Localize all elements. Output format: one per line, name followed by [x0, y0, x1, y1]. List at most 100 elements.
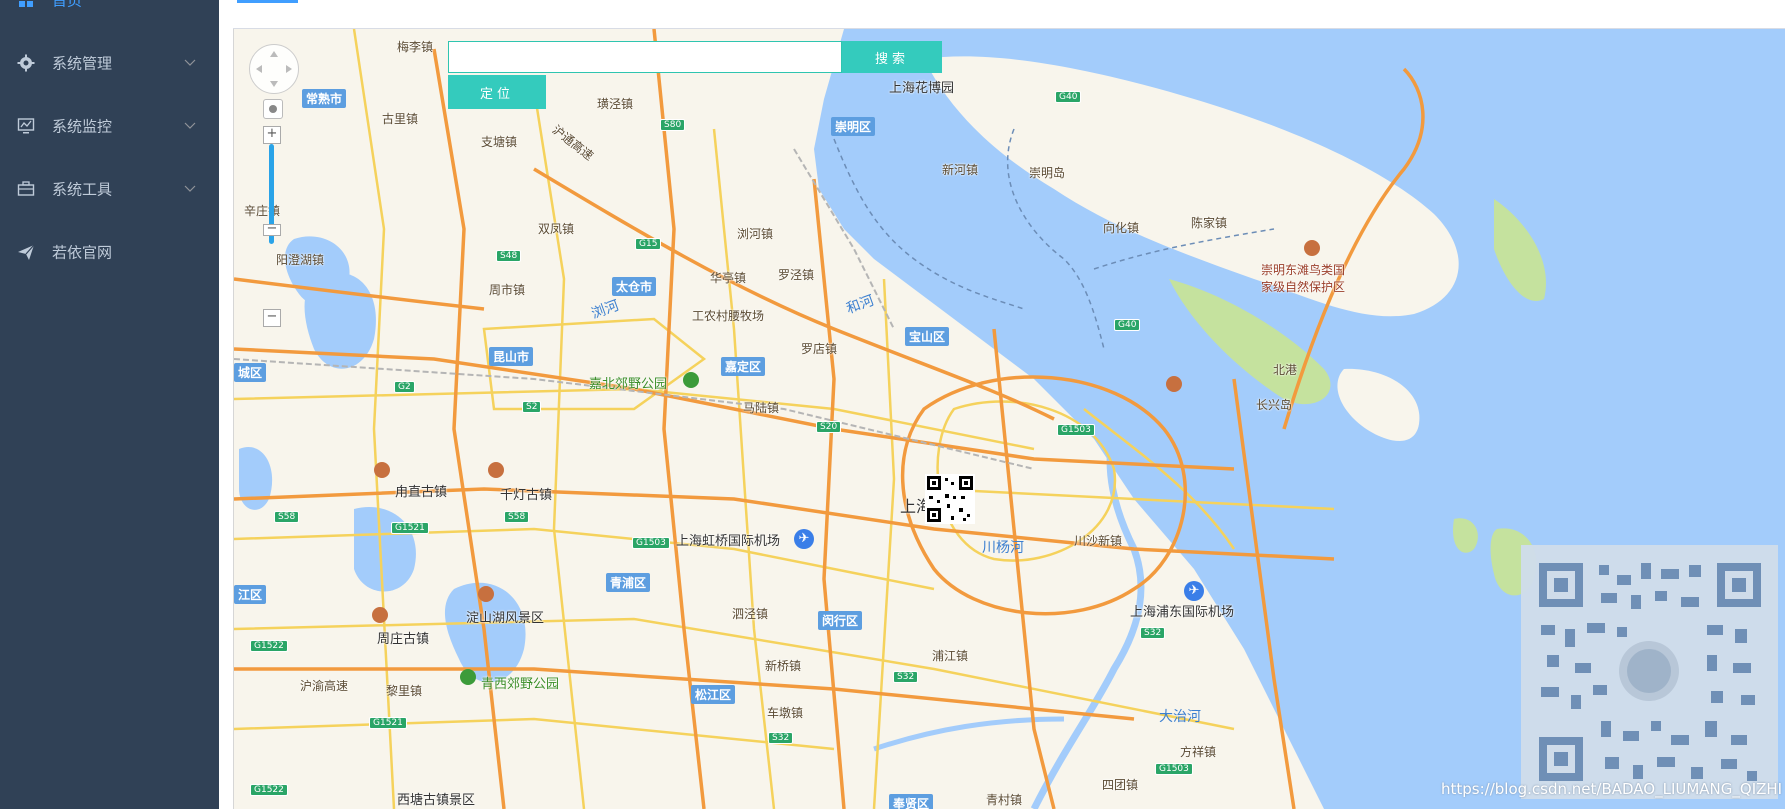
qr-code-overlay-icon: [1521, 545, 1778, 799]
map-place-label: 阳澄湖镇: [276, 253, 325, 267]
sidebar-item-system-monitor[interactable]: 系统监控: [0, 98, 219, 154]
map-district-badge: 嘉定区: [721, 357, 766, 376]
watermark-url: https://blog.csdn.net/BADAO_LIUMANG_QIZH…: [1441, 780, 1783, 798]
tag-active-indicator[interactable]: [237, 0, 298, 3]
toolbox-icon: [17, 180, 35, 198]
search-button[interactable]: 搜索: [842, 41, 942, 73]
map-district-badge: 江区: [234, 585, 267, 604]
zoom-slider-handle[interactable]: −: [263, 222, 281, 236]
scenic-spot-icon: [374, 462, 390, 478]
map-district-badge: 宝山区: [905, 327, 950, 346]
qr-code-marker-icon[interactable]: [925, 474, 975, 524]
map-district-badge: 奉贤区: [889, 794, 934, 809]
map-highway-shield: G1503: [1057, 424, 1095, 436]
map-place-label: 车墩镇: [767, 706, 804, 720]
map-place-label: 马陆镇: [743, 401, 780, 415]
scenic-spot-icon: [478, 586, 494, 602]
location-dot-icon: [269, 105, 277, 113]
map-highway-shield: G1522: [250, 640, 288, 652]
map-highway-shield: S32: [768, 732, 794, 744]
pan-arrows-icon: [256, 51, 292, 87]
map-highway-shield: G1521: [369, 717, 407, 729]
map-place-label: 黎里镇: [386, 684, 423, 698]
map-place-label: 浦江镇: [932, 649, 969, 663]
map-place-label: 罗店镇: [801, 342, 838, 356]
sidebar-item-label: 系统工具: [52, 180, 113, 199]
map-highway-shield: G2: [394, 381, 415, 393]
scenic-spot-icon: [1166, 376, 1182, 392]
map-highway-shield: G40: [1055, 91, 1082, 103]
map-highway-shield: S32: [893, 671, 919, 683]
locate-me-control[interactable]: [263, 99, 283, 119]
map-district-badge: 闵行区: [818, 611, 863, 630]
dashboard-icon: [17, 0, 35, 9]
map-place-label: 璜泾镇: [597, 97, 634, 111]
search-input[interactable]: [448, 41, 842, 73]
map-place-label: 新桥镇: [765, 659, 802, 673]
map-place-label: 长兴岛: [1256, 398, 1293, 412]
sidebar-item-label: 系统管理: [52, 54, 113, 73]
map-district-badge: 昆山市: [489, 347, 534, 366]
zoom-in-button[interactable]: +: [263, 126, 281, 144]
map-highway-shield: G1503: [1155, 763, 1193, 775]
map-highway-shield: G1503: [632, 537, 670, 549]
sidebar-item-ruoyi-website[interactable]: 若依官网: [0, 224, 219, 280]
map-place-label: 泗泾镇: [732, 607, 769, 621]
map-district-badge: 太仓市: [612, 277, 657, 296]
map-place-label: 陈家镇: [1191, 216, 1228, 230]
map-place-label: 周市镇: [489, 283, 526, 297]
send-icon: [17, 243, 35, 261]
zoom-out-button[interactable]: −: [263, 309, 281, 327]
map-place-label: 支塘镇: [481, 135, 518, 149]
airport-icon: ✈: [794, 529, 814, 549]
monitor-icon: [17, 117, 35, 135]
airport-icon: ✈: [1184, 581, 1204, 601]
map-place-label: 大治河: [1159, 709, 1201, 725]
map-highway-shield: S58: [274, 511, 300, 523]
map-district-badge: 城区: [234, 363, 267, 382]
map-place-label: 浏河镇: [737, 227, 774, 241]
scenic-spot-icon: [372, 607, 388, 623]
map-highway-shield: G15: [635, 238, 662, 250]
content-gutter: [219, 28, 233, 809]
sidebar-item-system-management[interactable]: 系统管理: [0, 35, 219, 91]
map-place-label: 上海虹桥国际机场: [676, 534, 781, 549]
park-icon: [460, 669, 476, 685]
sidebar-item-home[interactable]: 首页: [0, 0, 219, 28]
sidebar-item-system-tools[interactable]: 系统工具: [0, 161, 219, 217]
map-highway-shield: S2: [522, 401, 542, 413]
map-highway-shield: S48: [496, 250, 522, 262]
map-place-label: 川杨河: [982, 540, 1024, 556]
map-pan-control[interactable]: [249, 44, 299, 94]
map-place-label: 青村镇: [986, 793, 1023, 807]
sidebar-item-label: 若依官网: [52, 243, 113, 262]
map-place-label: 甪直古镇: [395, 485, 448, 500]
map-place-label: 周庄古镇: [377, 632, 430, 647]
map-place-label: 家级自然保护区: [1261, 280, 1346, 294]
map-district-badge: 松江区: [691, 685, 736, 704]
map-highway-shield: S32: [1140, 627, 1166, 639]
map-place-label: 千灯古镇: [500, 488, 553, 503]
tags-view-bar: [219, 0, 1785, 29]
map-place-label: 古里镇: [382, 112, 419, 126]
chevron-down-icon: [184, 59, 196, 66]
map-place-label: 华亭镇: [710, 271, 747, 285]
map-highway-shield: G40: [1114, 319, 1141, 331]
map-place-label: 嘉北郊野公园: [589, 377, 668, 392]
park-icon: [683, 372, 699, 388]
sidebar-item-label: 系统监控: [52, 117, 113, 136]
map-place-label: 崇明岛: [1029, 166, 1066, 180]
map-place-label: 西塘古镇景区: [397, 793, 476, 808]
map-place-label: 罗泾镇: [778, 268, 815, 282]
map-place-label: 工农村腰牧场: [692, 309, 765, 323]
map-highway-shield: S20: [816, 421, 842, 433]
map-place-label: 上海浦东国际机场: [1130, 605, 1235, 620]
map-place-label: 双凤镇: [538, 222, 575, 236]
chevron-down-icon: [184, 185, 196, 192]
map-place-label: 辛庄镇: [244, 204, 281, 218]
map-highway-shield: S58: [504, 511, 530, 523]
map-place-label: 淀山湖风景区: [466, 611, 545, 626]
locate-button[interactable]: 定位: [448, 75, 546, 109]
sidebar: 首页 系统管理 系统监控 系统工具 若依官网: [0, 0, 219, 809]
map-place-label: 上海花博园: [889, 81, 955, 96]
